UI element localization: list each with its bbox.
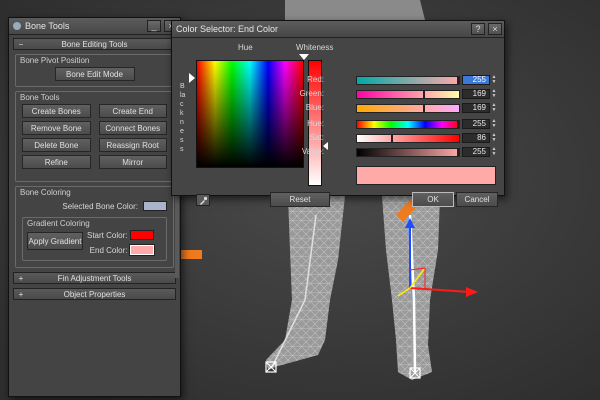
value-value-field[interactable]: 255 (462, 147, 490, 157)
rollout-title: Object Properties (63, 289, 126, 299)
hue-blackness-field[interactable] (196, 60, 304, 168)
blue-value-field[interactable]: 169 (462, 103, 490, 113)
sat-slider-handle[interactable] (391, 134, 393, 143)
blackness-label: Blackness (180, 83, 186, 153)
close-button[interactable]: × (488, 23, 502, 35)
red-slider-handle[interactable] (457, 76, 459, 85)
hue-pointer-icon[interactable] (189, 73, 195, 83)
red-channel-label: Red: (307, 75, 324, 84)
bone-pivot-position-group: Bone Pivot Position Bone Edit Mode (15, 54, 174, 87)
green-channel-label: Green: (299, 89, 324, 98)
bone-tools-titlebar[interactable]: Bone Tools _ × (9, 18, 180, 35)
create-end-button[interactable]: Create End (98, 104, 167, 118)
green-value-field[interactable]: 169 (462, 89, 490, 99)
selected-bone-color-label: Selected Bone Color: (62, 201, 138, 211)
color-selector-titlebar[interactable]: Color Selector: End Color ? × (172, 21, 504, 38)
rollout-bone-editing-tools[interactable]: − Bone Editing Tools (13, 38, 176, 50)
bone-coloring-group: Bone Coloring Selected Bone Color: Gradi… (15, 186, 174, 268)
color-preview-swatch (356, 166, 496, 185)
start-color-swatch[interactable] (130, 230, 155, 240)
blue-channel-label: Blue: (305, 103, 324, 112)
green-slider-handle[interactable] (423, 90, 425, 99)
bone-tools-panel[interactable]: Bone Tools _ × − Bone Editing Tools Bone… (8, 17, 181, 397)
hue-slider[interactable] (356, 120, 460, 129)
gradient-coloring-group: Gradient Coloring Apply Gradient Start C… (22, 217, 167, 261)
hue-value-field[interactable]: 255 (462, 119, 490, 129)
value-spinner-arrows-icon[interactable]: ▲ ▼ (491, 147, 497, 157)
rollout-fin-adjustment-tools[interactable]: + Fin Adjustment Tools (13, 272, 176, 284)
value-channel-label: Value: (301, 147, 324, 156)
reset-button[interactable]: Reset (270, 192, 330, 207)
rollout-expanded-sign: − (18, 39, 24, 49)
group-title: Bone Tools (20, 93, 60, 102)
create-bones-button[interactable]: Create Bones (22, 104, 91, 118)
green-spinner-arrows-icon[interactable]: ▲ ▼ (491, 89, 497, 99)
figure-upper (285, 0, 425, 20)
blue-slider[interactable] (356, 104, 460, 113)
group-title: Bone Pivot Position (20, 56, 90, 65)
group-title: Gradient Coloring (27, 219, 90, 228)
minimize-button[interactable]: _ (147, 20, 161, 32)
hue-label: Hue (238, 43, 253, 52)
apply-gradient-button[interactable]: Apply Gradient (27, 232, 83, 250)
delete-bone-button[interactable]: Delete Bone (22, 138, 91, 152)
selected-bone-color-swatch[interactable] (143, 201, 167, 211)
blue-slider-handle[interactable] (423, 104, 425, 113)
hue-spinner-arrows-icon[interactable]: ▲ ▼ (491, 119, 497, 129)
value-slider[interactable] (356, 148, 460, 157)
connect-bones-button[interactable]: Connect Bones (98, 121, 167, 135)
mirror-button[interactable]: Mirror (98, 155, 167, 169)
red-slider[interactable] (356, 76, 460, 85)
cancel-button[interactable]: Cancel (456, 192, 498, 207)
end-color-swatch[interactable] (129, 244, 156, 256)
eyedropper-button[interactable] (196, 194, 210, 206)
hue-slider-handle[interactable] (457, 120, 459, 129)
sat-spinner-arrows-icon[interactable]: ▲ ▼ (491, 133, 497, 143)
rollout-collapsed-sign: + (18, 273, 24, 283)
reassign-root-button[interactable]: Reassign Root (98, 138, 167, 152)
bone-tools-title: Bone Tools (25, 21, 70, 31)
sat-slider[interactable] (356, 134, 460, 143)
rollout-collapsed-sign: + (18, 289, 24, 299)
group-title: Bone Coloring (20, 188, 71, 197)
sat-value-field[interactable]: 86 (462, 133, 490, 143)
ok-button[interactable]: OK (412, 192, 454, 207)
color-selector-title: Color Selector: End Color (176, 24, 279, 34)
end-color-label: End Color: (89, 245, 128, 255)
value-slider-handle[interactable] (457, 148, 459, 157)
red-value-field[interactable]: 255 (462, 75, 490, 85)
sat-channel-label: Sat: (309, 133, 324, 142)
help-button[interactable]: ? (471, 23, 485, 35)
green-slider[interactable] (356, 90, 460, 99)
remove-bone-button[interactable]: Remove Bone (22, 121, 91, 135)
hue-channel-label: Hue: (307, 119, 324, 128)
blue-spinner-arrows-icon[interactable]: ▲ ▼ (491, 103, 497, 113)
rollout-title: Fin Adjustment Tools (57, 273, 132, 283)
color-selector-dialog[interactable]: Color Selector: End Color ? × Hue Whiten… (171, 20, 505, 207)
bone-tools-group: Bone Tools Create Bones Create End Remov… (15, 91, 174, 182)
red-spinner-arrows-icon[interactable]: ▲ ▼ (491, 75, 497, 85)
app-icon (13, 22, 21, 30)
eyedropper-icon (200, 196, 208, 205)
start-color-label: Start Color: (87, 230, 128, 240)
whiteness-label: Whiteness (296, 43, 334, 52)
rollout-title: Bone Editing Tools (61, 39, 128, 49)
bone-edit-mode-button[interactable]: Bone Edit Mode (54, 67, 135, 81)
rollout-object-properties[interactable]: + Object Properties (13, 288, 176, 300)
refine-button[interactable]: Refine (22, 155, 91, 169)
